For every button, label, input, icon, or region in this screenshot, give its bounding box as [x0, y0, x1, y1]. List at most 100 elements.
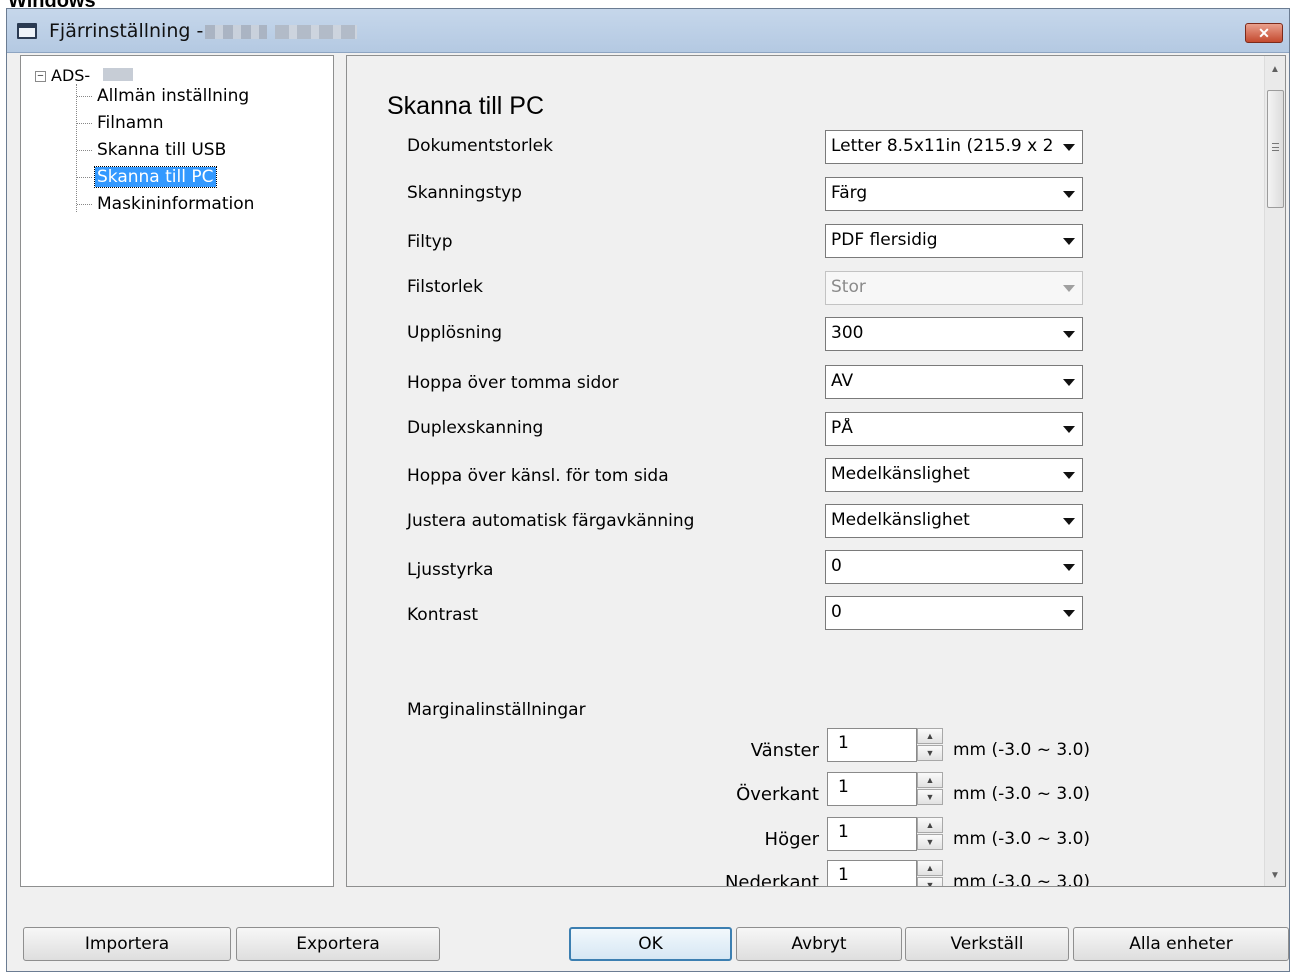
- margin-settings-heading: Marginalinställningar: [407, 700, 586, 720]
- setting-dropdown: Stor: [825, 271, 1083, 305]
- chevron-down-icon: [1063, 426, 1075, 433]
- setting-label: Filtyp: [407, 232, 453, 252]
- tree-item[interactable]: Skanna till USB: [77, 138, 228, 162]
- margin-label: Vänster: [750, 740, 819, 761]
- margin-spinner[interactable]: ▲ ▼: [917, 772, 945, 806]
- setting-dropdown[interactable]: Letter 8.5x11in (215.9 x 2: [825, 130, 1083, 164]
- margin-unit-range: mm (-3.0 ~ 3.0): [953, 740, 1091, 760]
- margin-spinner[interactable]: ▲ ▼: [917, 728, 945, 762]
- setting-label: Upplösning: [407, 323, 503, 343]
- dropdown-value: 0: [831, 556, 842, 576]
- chevron-down-icon: [1063, 238, 1075, 245]
- setting-dropdown[interactable]: 0: [825, 596, 1083, 630]
- redacted-model-name-2: [275, 25, 357, 39]
- chevron-down-icon: [1063, 610, 1075, 617]
- setting-label: Filstorlek: [407, 277, 483, 297]
- settings-tree: − ADS- Allmän inställning Filnamn Skanna t…: [20, 55, 334, 887]
- spin-up-icon[interactable]: ▲: [917, 860, 943, 876]
- scrollbar-thumb[interactable]: [1267, 90, 1284, 208]
- spin-up-icon[interactable]: ▲: [917, 817, 943, 833]
- dropdown-value: 0: [831, 602, 842, 622]
- chevron-down-icon: [1063, 191, 1075, 198]
- spin-down-icon[interactable]: ▼: [917, 789, 943, 805]
- dropdown-value: Medelkänslighet: [831, 510, 970, 530]
- chevron-down-icon: [1063, 144, 1075, 151]
- tree-root-label[interactable]: ADS-: [51, 66, 90, 85]
- apply-button[interactable]: Verkställ: [905, 927, 1069, 961]
- margin-value: 1: [838, 822, 849, 842]
- chevron-down-icon: [1063, 285, 1075, 292]
- tree-item[interactable]: Maskininformation: [77, 192, 256, 216]
- setting-dropdown[interactable]: Färg: [825, 177, 1083, 211]
- window-app-icon: [17, 23, 37, 39]
- dropdown-value: 300: [831, 323, 864, 343]
- dropdown-value: Medelkänslighet: [831, 464, 970, 484]
- scroll-up-icon[interactable]: ▲: [1265, 60, 1285, 80]
- export-button[interactable]: Exportera: [236, 927, 440, 961]
- dropdown-value: Stor: [831, 277, 866, 297]
- collapse-icon[interactable]: −: [35, 71, 46, 82]
- title-bar: Fjärrinställning - ✕: [7, 9, 1289, 53]
- section-title: Skanna till PC: [387, 92, 545, 120]
- tree-item[interactable]: Filnamn: [77, 111, 166, 135]
- tree-item[interactable]: Allmän inställning: [77, 84, 251, 108]
- margin-value: 1: [838, 733, 849, 753]
- spin-down-icon[interactable]: ▼: [917, 745, 943, 761]
- window-title: Fjärrinställning -: [49, 20, 204, 42]
- chevron-down-icon: [1063, 331, 1075, 338]
- import-button[interactable]: Importera: [23, 927, 231, 961]
- chevron-down-icon: [1063, 564, 1075, 571]
- margin-label: Höger: [764, 829, 819, 850]
- setting-label: Duplexskanning: [407, 418, 544, 438]
- setting-dropdown[interactable]: PDF flersidig: [825, 224, 1083, 258]
- setting-dropdown[interactable]: Medelkänslighet: [825, 504, 1083, 538]
- remote-setup-window: Fjärrinställning - ✕ − ADS- Allmän instä…: [6, 8, 1290, 972]
- setting-dropdown[interactable]: Medelkänslighet: [825, 458, 1083, 492]
- margin-input[interactable]: 1: [827, 860, 917, 886]
- margin-label: Nederkant: [724, 872, 819, 887]
- spin-up-icon[interactable]: ▲: [917, 772, 943, 788]
- ok-button[interactable]: OK: [569, 927, 732, 961]
- dropdown-value: PÅ: [831, 418, 853, 438]
- margin-input[interactable]: 1: [827, 817, 917, 851]
- margin-input[interactable]: 1: [827, 728, 917, 762]
- cancel-button[interactable]: Avbryt: [736, 927, 902, 961]
- margin-input[interactable]: 1: [827, 772, 917, 806]
- spin-down-icon[interactable]: ▼: [917, 877, 943, 886]
- setting-dropdown[interactable]: AV: [825, 365, 1083, 399]
- margin-unit-range: mm (-3.0 ~ 3.0): [953, 872, 1091, 887]
- margin-unit-range: mm (-3.0 ~ 3.0): [953, 829, 1091, 849]
- setting-label: Hoppa över tomma sidor: [407, 373, 619, 393]
- setting-label: Dokumentstorlek: [407, 136, 553, 156]
- dropdown-value: PDF flersidig: [831, 230, 938, 250]
- tree-item-label: Filnamn: [97, 113, 164, 133]
- tree-item-label: Allmän inställning: [97, 86, 250, 106]
- scroll-down-icon[interactable]: ▼: [1265, 866, 1285, 886]
- vertical-scrollbar[interactable]: ▲ ▼: [1264, 56, 1285, 886]
- dropdown-value: Färg: [831, 183, 868, 203]
- setting-label: Hoppa över känsl. för tom sida: [407, 466, 669, 486]
- settings-content: Skanna till PC Dokumentstorlek Letter 8.5…: [346, 55, 1286, 887]
- all-units-button[interactable]: Alla enheter: [1073, 927, 1289, 961]
- margin-spinner[interactable]: ▲ ▼: [917, 817, 945, 851]
- tree-item-label: Maskininformation: [97, 194, 255, 214]
- chevron-down-icon: [1063, 518, 1075, 525]
- tree-item-label: Skanna till USB: [97, 140, 227, 160]
- setting-label: Justera automatisk färgavkänning: [407, 511, 695, 531]
- margin-label: Överkant: [736, 784, 819, 805]
- dropdown-value: Letter 8.5x11in (215.9 x 2: [831, 136, 1054, 156]
- grip-icon: [1272, 143, 1279, 151]
- setting-dropdown[interactable]: 0: [825, 550, 1083, 584]
- redacted-model-name: [205, 25, 267, 39]
- margin-spinner[interactable]: ▲ ▼: [917, 860, 945, 886]
- spin-down-icon[interactable]: ▼: [917, 834, 943, 850]
- close-button[interactable]: ✕: [1245, 23, 1283, 43]
- setting-dropdown[interactable]: PÅ: [825, 412, 1083, 446]
- dropdown-value: AV: [831, 371, 854, 391]
- setting-dropdown[interactable]: 300: [825, 317, 1083, 351]
- chevron-down-icon: [1063, 472, 1075, 479]
- tree-item[interactable]: Skanna till PC: [77, 165, 217, 189]
- margin-unit-range: mm (-3.0 ~ 3.0): [953, 784, 1091, 804]
- chevron-down-icon: [1063, 379, 1075, 386]
- spin-up-icon[interactable]: ▲: [917, 728, 943, 744]
